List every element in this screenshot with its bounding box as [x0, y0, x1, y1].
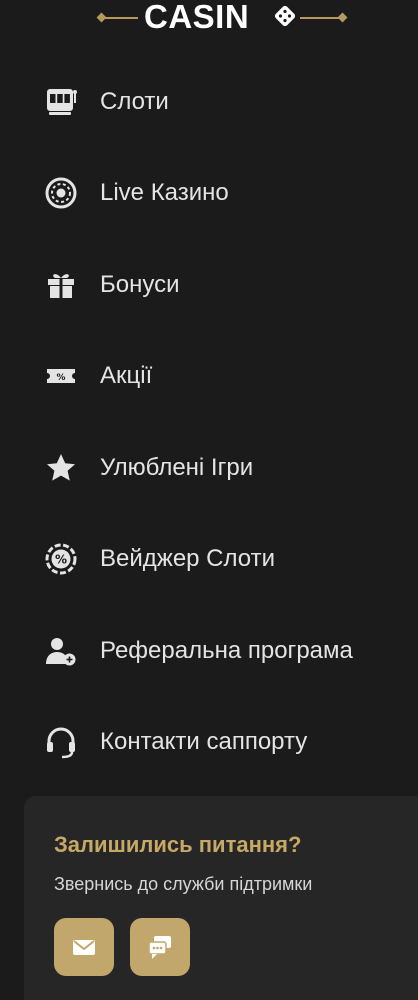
support-card: Залишились питання? Звернись до служби п…	[24, 796, 418, 1000]
logo-ornament	[337, 12, 348, 23]
nav-item-favorites[interactable]: Улюблені Ігри	[0, 438, 418, 498]
mail-icon	[73, 940, 95, 955]
slot-machine-icon	[44, 85, 78, 119]
nav-item-label: Улюблені Ігри	[100, 454, 254, 481]
mail-support-button[interactable]	[54, 918, 114, 976]
support-subtitle: Звернись до служби підтримки	[54, 874, 313, 894]
user-add-icon	[44, 634, 78, 668]
nav-item-label: Реферальна програма	[100, 637, 353, 664]
nav-item-label: Live Казино	[100, 179, 229, 206]
nav-item-label: Вейджер Слоти	[100, 545, 276, 572]
nav-item-slots[interactable]: Слоти	[0, 72, 418, 132]
logo-ornament	[300, 17, 340, 19]
nav-item-bonuses[interactable]: Бонуси	[0, 255, 418, 315]
support-title: Залишились питання?	[54, 832, 302, 857]
nav-item-label: Акції	[100, 362, 153, 389]
percent-chip-icon: %	[44, 542, 78, 576]
headset-icon	[44, 725, 78, 759]
nav-item-support-contacts[interactable]: Контакти саппорту	[0, 712, 418, 772]
nav-item-label: Слоти	[100, 88, 169, 115]
svg-text:%: %	[56, 373, 65, 383]
gift-icon	[44, 268, 78, 302]
logo-ornament	[102, 17, 138, 19]
nav-item-label: Контакти саппорту	[100, 728, 308, 755]
die-icon	[274, 5, 296, 27]
nav-item-referral[interactable]: Реферальна програма	[0, 621, 418, 681]
nav-item-wager-slots[interactable]: % Вейджер Слоти	[0, 529, 418, 589]
svg-text:%: %	[55, 553, 67, 567]
nav-item-promotions[interactable]: % Акції	[0, 346, 418, 406]
nav-item-label: Бонуси	[100, 271, 180, 298]
nav-item-live-casino[interactable]: Live Казино	[0, 163, 418, 223]
percent-ticket-icon: %	[44, 359, 78, 393]
roulette-icon	[44, 176, 78, 210]
chat-icon	[148, 936, 171, 959]
star-icon	[44, 451, 78, 485]
casino-logo[interactable]: CASIN	[0, 0, 418, 40]
logo-wordmark: CASIN	[144, 0, 250, 35]
chat-support-button[interactable]	[130, 918, 190, 976]
